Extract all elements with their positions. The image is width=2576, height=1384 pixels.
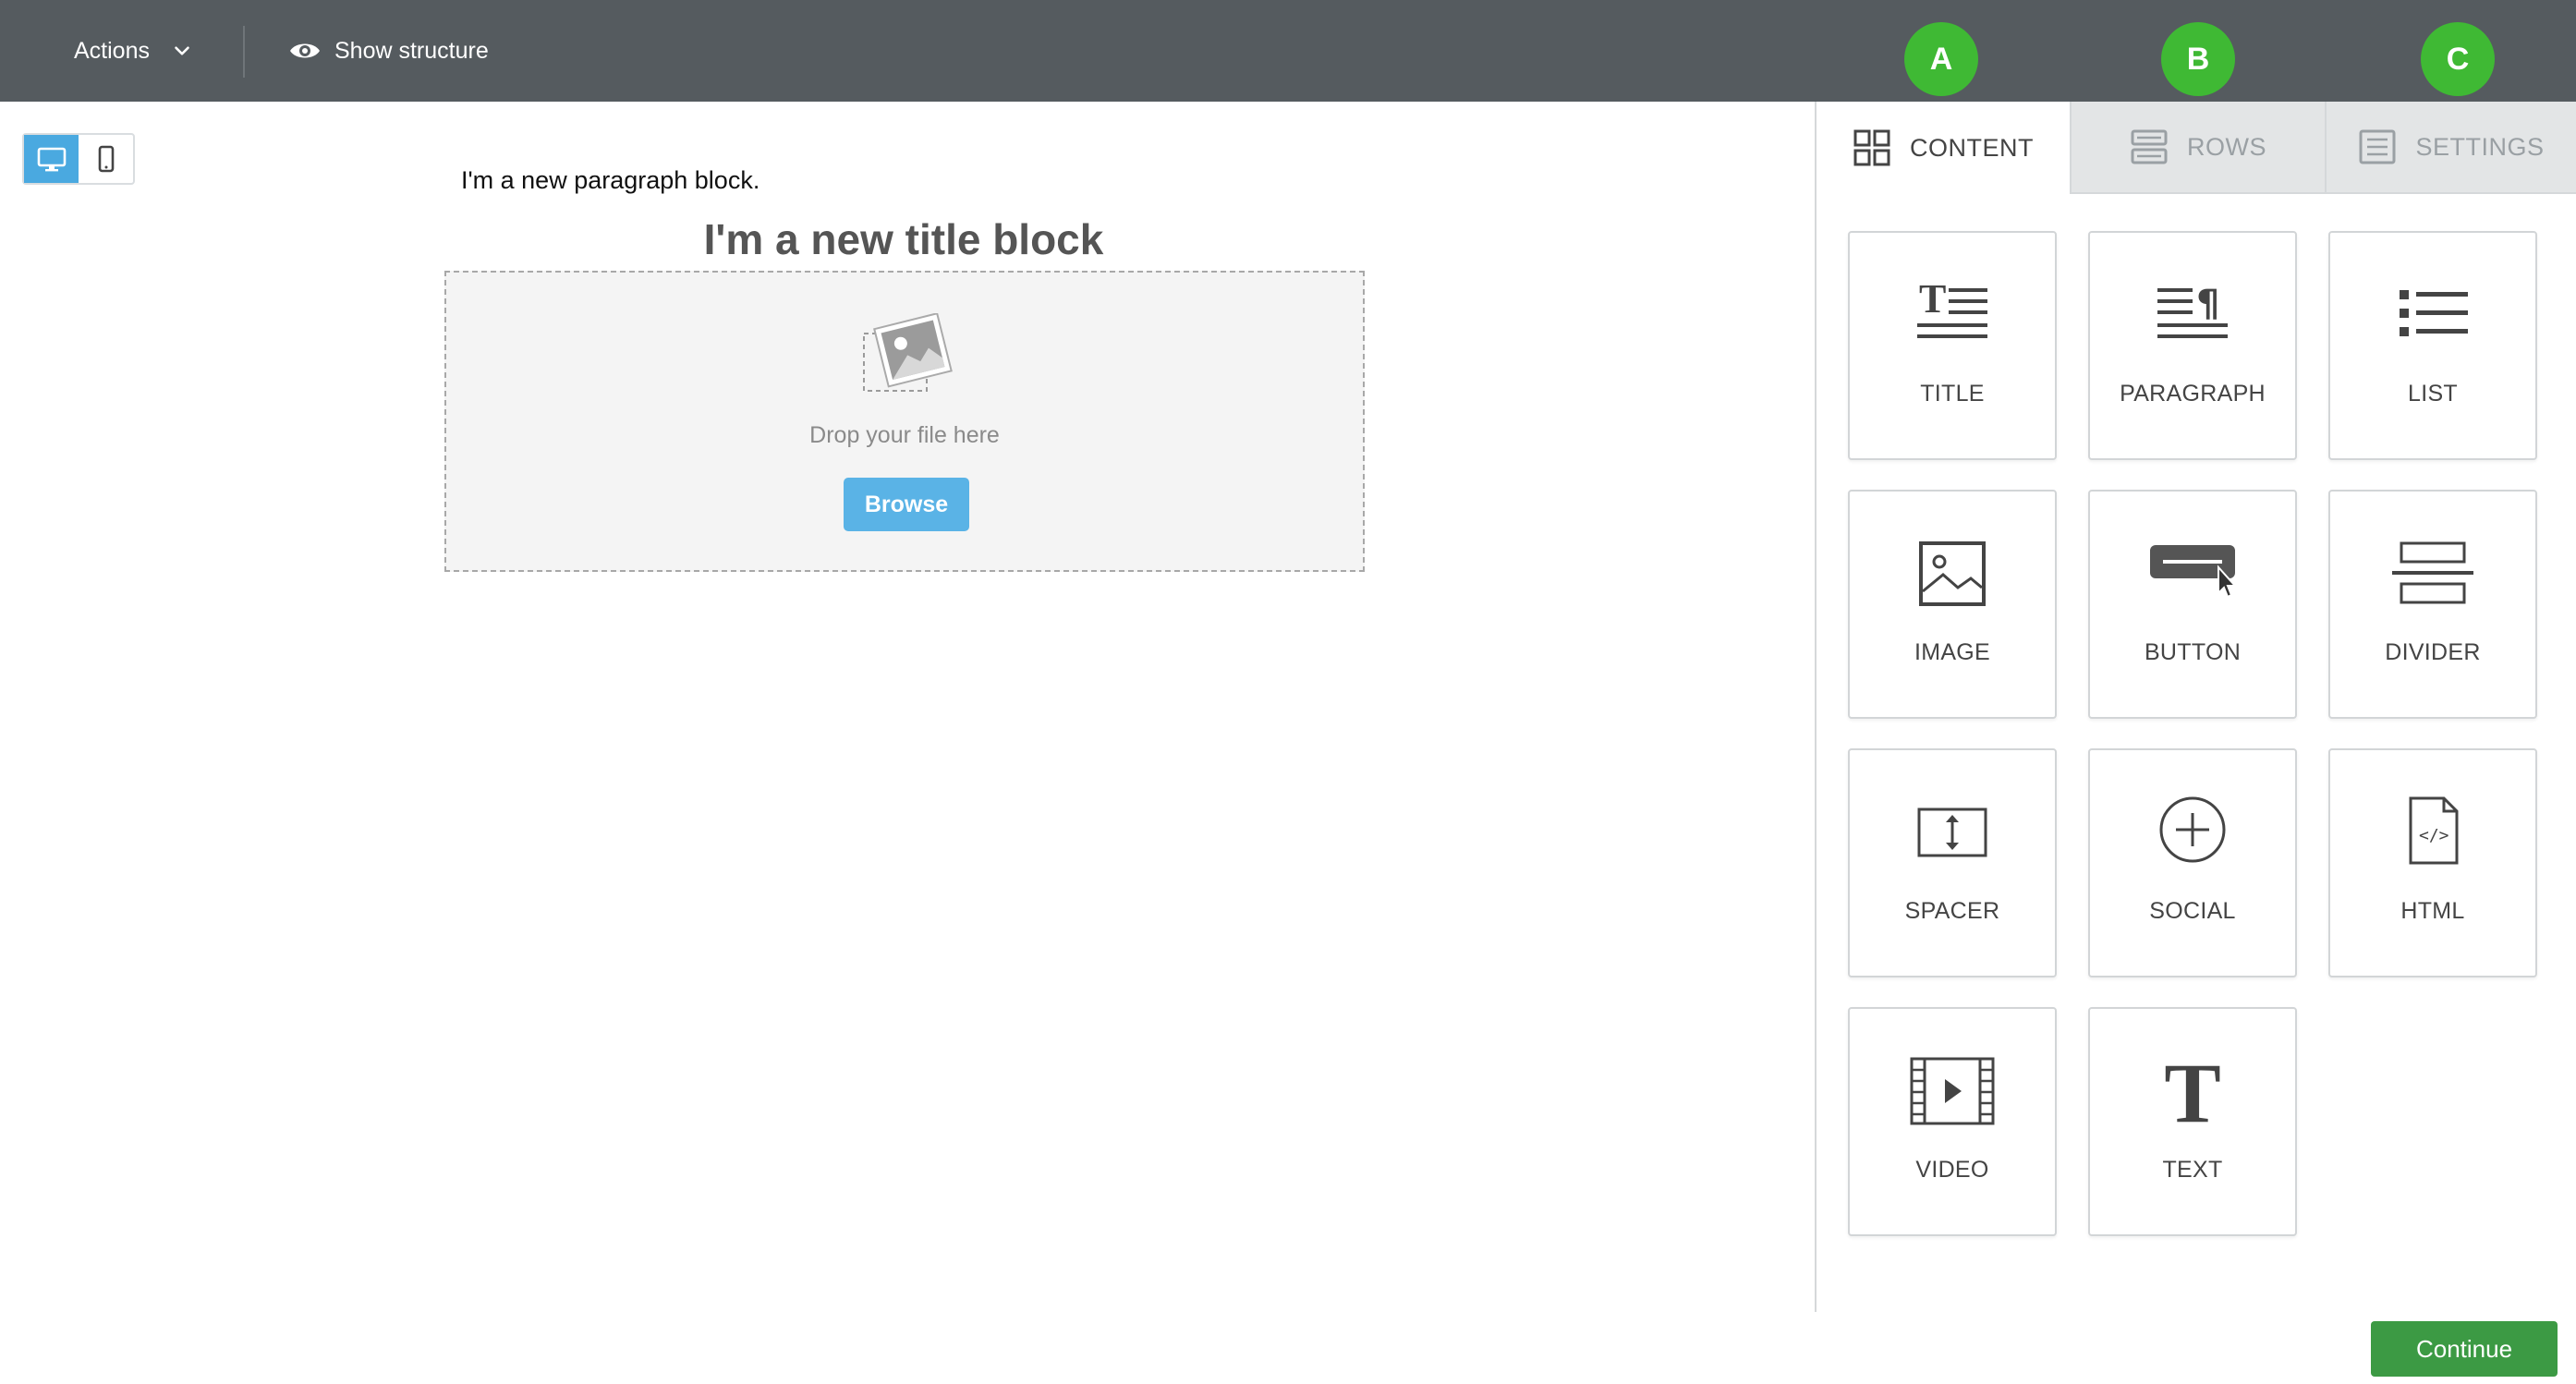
block-label-text: TEXT [2162, 1157, 2223, 1183]
block-tile-spacer[interactable]: SPACER [1848, 748, 2057, 977]
show-structure-label: Show structure [334, 37, 489, 64]
annotation-marker-b: B [2161, 22, 2235, 96]
browse-button[interactable]: Browse [844, 478, 969, 531]
tab-settings-label: SETTINGS [2415, 132, 2545, 161]
title-icon: T [1917, 276, 1987, 338]
tab-settings[interactable]: SETTINGS [2325, 102, 2576, 194]
annotation-marker-c: C [2421, 22, 2495, 96]
block-tile-paragraph[interactable]: ¶ PARAGRAPH [2088, 231, 2297, 460]
tab-rows-label: ROWS [2187, 132, 2266, 161]
block-label-paragraph: PARAGRAPH [2120, 381, 2266, 407]
block-tile-html[interactable]: </> HTML [2328, 748, 2537, 977]
chevron-down-icon [175, 46, 189, 55]
image-icon [1919, 541, 1986, 606]
eye-icon [290, 43, 320, 58]
block-label-social: SOCIAL [2149, 898, 2236, 924]
svg-text:</>: </> [2419, 826, 2449, 845]
block-label-spacer: SPACER [1904, 898, 2000, 924]
block-tile-image[interactable]: IMAGE [1848, 490, 2057, 719]
block-label-title: TITLE [1920, 381, 1985, 407]
svg-text:T: T [2164, 1051, 2220, 1131]
tab-content-label: CONTENT [1910, 133, 2034, 162]
paragraph-block[interactable]: I'm a new paragraph block. [461, 166, 759, 195]
image-placeholder-icon [863, 313, 953, 392]
block-tile-social[interactable]: SOCIAL [2088, 748, 2297, 977]
block-label-video: VIDEO [1915, 1157, 1989, 1183]
grid-icon [1853, 129, 1890, 166]
device-preview-toggle [22, 133, 135, 185]
show-structure-button[interactable]: Show structure [288, 0, 489, 102]
paragraph-icon: ¶ [2157, 283, 2228, 338]
content-panel: CONTENT ROWS SETTINGS T TITLE ¶ PARAGRAP… [1815, 102, 2576, 1312]
spacer-icon [1917, 807, 1987, 857]
block-label-image: IMAGE [1914, 639, 1991, 665]
toolbar-divider [243, 26, 245, 78]
tab-content[interactable]: CONTENT [1817, 102, 2070, 194]
social-icon [2159, 796, 2226, 863]
button-icon [2150, 545, 2237, 599]
block-tile-text[interactable]: T TEXT [2088, 1007, 2297, 1236]
settings-list-icon [2359, 129, 2396, 164]
block-label-button: BUTTON [2144, 639, 2242, 665]
mobile-icon [98, 145, 114, 173]
block-label-divider: DIVIDER [2385, 639, 2481, 665]
actions-dropdown[interactable]: Actions [74, 0, 194, 102]
block-tile-list[interactable]: LIST [2328, 231, 2537, 460]
actions-label: Actions [74, 37, 150, 64]
divider-icon [2392, 541, 2473, 604]
list-icon [2400, 290, 2468, 336]
mobile-view-button[interactable] [79, 135, 133, 183]
block-label-html: HTML [2400, 898, 2465, 924]
block-tile-video[interactable]: VIDEO [1848, 1007, 2057, 1236]
html-icon: </> [2409, 796, 2459, 865]
block-tile-divider[interactable]: DIVIDER [2328, 490, 2537, 719]
tab-rows[interactable]: ROWS [2070, 102, 2325, 194]
image-dropzone[interactable]: Drop your file here Browse [444, 271, 1365, 572]
svg-text:¶: ¶ [2196, 283, 2219, 325]
title-block[interactable]: I'm a new title block [444, 214, 1364, 264]
continue-button[interactable]: Continue [2371, 1321, 2558, 1377]
block-tile-button[interactable]: BUTTON [2088, 490, 2297, 719]
video-icon [1910, 1057, 1995, 1125]
desktop-icon [37, 147, 66, 172]
svg-text:T: T [1919, 276, 1946, 322]
block-label-list: LIST [2408, 381, 2458, 407]
desktop-view-button[interactable] [24, 135, 79, 183]
top-toolbar: Actions Show structure A B C [0, 0, 2576, 102]
rows-icon [2131, 129, 2168, 164]
text-icon: T [2164, 1051, 2220, 1131]
dropzone-text: Drop your file here [809, 422, 1000, 448]
panel-tabs: CONTENT ROWS SETTINGS [1817, 102, 2576, 194]
block-tile-title[interactable]: T TITLE [1848, 231, 2057, 460]
annotation-marker-a: A [1904, 22, 1978, 96]
